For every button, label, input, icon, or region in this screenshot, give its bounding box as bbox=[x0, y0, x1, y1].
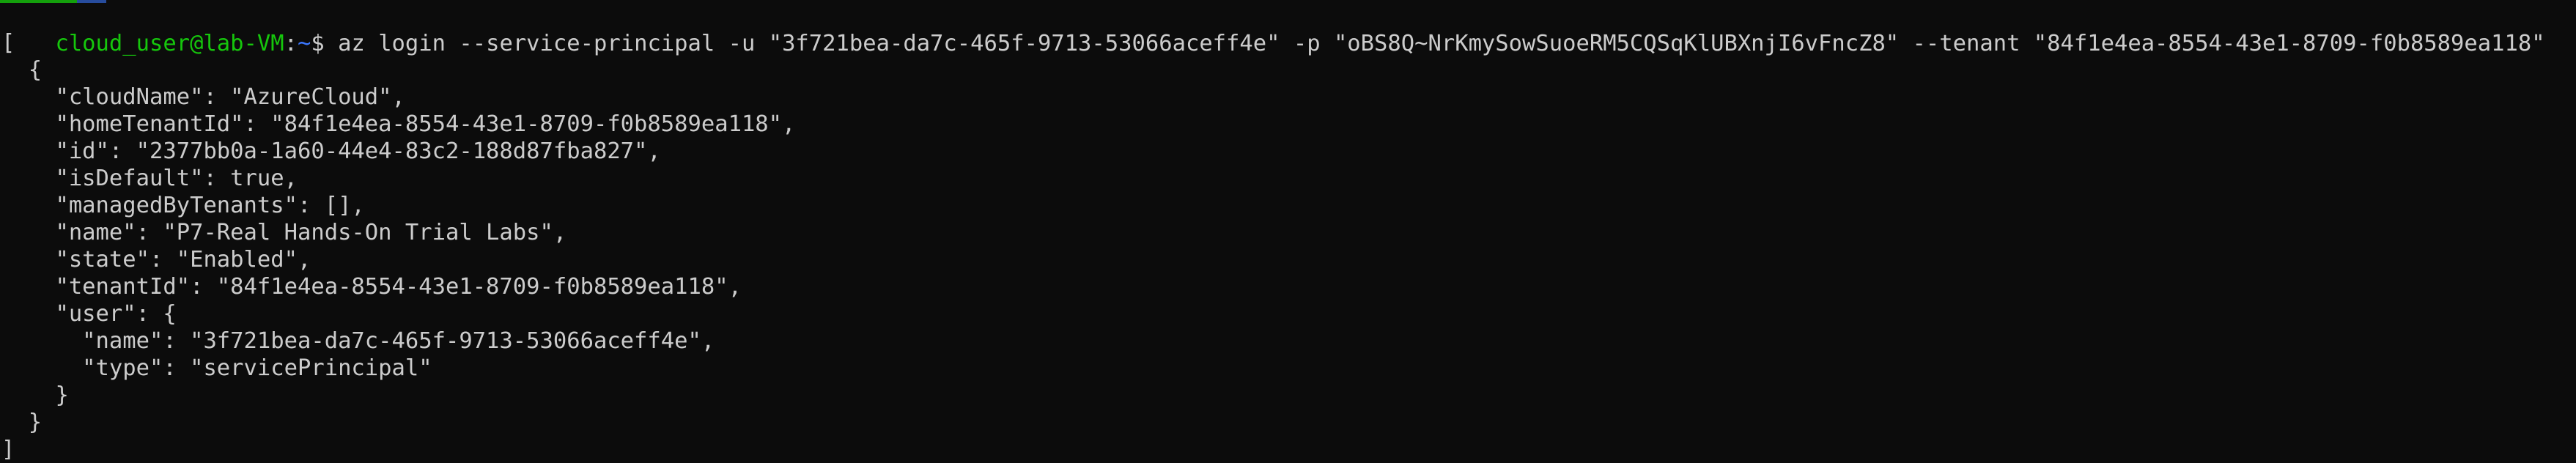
output-line: "isDefault": true, bbox=[1, 166, 298, 191]
previous-path-fragment bbox=[77, 0, 106, 3]
output-line: } bbox=[1, 382, 69, 408]
output-line: { bbox=[1, 57, 43, 83]
output-line: "user": { bbox=[1, 301, 177, 327]
terminal-window[interactable]: cloud_user@lab-VM:~$ az login --service-… bbox=[0, 0, 2576, 463]
output-line: } bbox=[1, 410, 43, 435]
output-line: "managedByTenants": [], bbox=[1, 193, 365, 218]
output-line: "state": "Enabled", bbox=[1, 247, 311, 273]
output-line: ] bbox=[1, 437, 15, 462]
command-line[interactable]: cloud_user@lab-VM:~$ az login --service-… bbox=[1, 4, 2544, 56]
command-text[interactable]: az login --service-principal -u "3f721be… bbox=[338, 31, 2544, 56]
output-line: "cloudName": "AzureCloud", bbox=[1, 84, 405, 110]
output-line: "type": "servicePrincipal" bbox=[1, 355, 432, 381]
prompt-user-host: cloud_user@lab-VM bbox=[55, 31, 284, 56]
output-line: "name": "3f721bea-da7c-465f-9713-53066ac… bbox=[1, 328, 715, 354]
prompt-symbol: $ bbox=[311, 31, 339, 56]
output-line: "tenantId": "84f1e4ea-8554-43e1-8709-f0b… bbox=[1, 274, 742, 300]
previous-prompt-fragment bbox=[0, 0, 77, 3]
output-line: [ bbox=[1, 30, 15, 56]
output-line: "homeTenantId": "84f1e4ea-8554-43e1-8709… bbox=[1, 111, 796, 137]
prompt-separator: : bbox=[284, 31, 298, 56]
prompt-path: ~ bbox=[298, 31, 311, 56]
output-line: "name": "P7-Real Hands-On Trial Labs", bbox=[1, 220, 567, 245]
output-line: "id": "2377bb0a-1a60-44e4-83c2-188d87fba… bbox=[1, 138, 661, 164]
previous-line-remnant bbox=[0, 0, 2576, 3]
